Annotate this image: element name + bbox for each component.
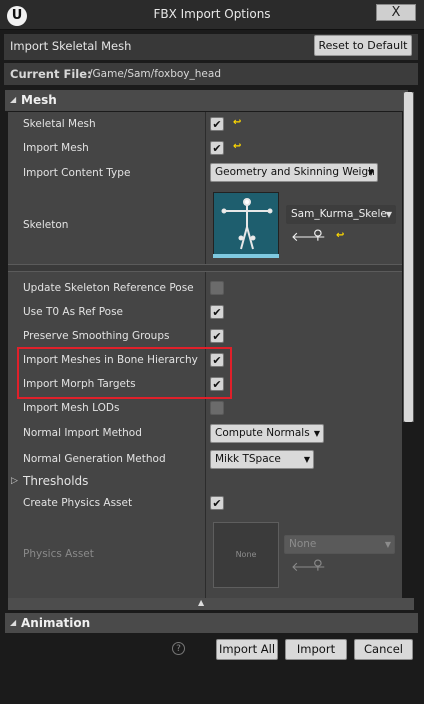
- chevron-down-icon: ▼: [384, 540, 391, 549]
- column-divider: [205, 112, 206, 264]
- collapse-up-icon[interactable]: ▲: [198, 598, 204, 607]
- close-button[interactable]: X: [376, 4, 416, 21]
- collapse-arrow-icon[interactable]: ◢: [10, 95, 16, 104]
- chevron-down-icon: ▼: [367, 168, 374, 177]
- highlight-box: [17, 347, 232, 399]
- import-content-type-label: Import Content Type: [23, 167, 131, 179]
- skeletal-mesh-checkbox[interactable]: ✔: [210, 117, 224, 131]
- collapse-arrow-icon[interactable]: ◢: [10, 618, 16, 627]
- scrollbar-thumb[interactable]: [404, 92, 413, 422]
- dropdown-value: Mikk TSpace: [215, 453, 281, 465]
- preserve-smoothing-groups-label: Preserve Smoothing Groups: [23, 330, 170, 342]
- skeleton-asset-name: Sam_Kurma_Skele: [291, 208, 387, 220]
- mesh-category-title: Mesh: [21, 93, 57, 107]
- import-content-type-dropdown[interactable]: Geometry and Skinning Weigh ▼: [210, 163, 378, 182]
- advanced-divider: [8, 264, 402, 272]
- chevron-down-icon: ▼: [313, 429, 320, 438]
- reset-arrow-icon[interactable]: ↩: [336, 230, 344, 241]
- import-all-button[interactable]: Import All: [216, 639, 278, 660]
- reset-arrow-icon[interactable]: ↩: [233, 117, 241, 128]
- normal-generation-method-label: Normal Generation Method: [23, 453, 166, 465]
- reset-arrow-icon[interactable]: ↩: [233, 141, 241, 152]
- use-t0-ref-pose-checkbox[interactable]: ✔: [210, 305, 224, 319]
- chevron-down-icon: ▼: [385, 210, 392, 219]
- update-skeleton-ref-pose-label: Update Skeleton Reference Pose: [23, 282, 194, 294]
- chevron-down-icon: ▼: [303, 455, 310, 464]
- normal-import-method-label: Normal Import Method: [23, 427, 142, 439]
- window-title: FBX Import Options: [153, 7, 271, 21]
- skeleton-thumbnail[interactable]: [213, 192, 279, 258]
- thresholds-label[interactable]: Thresholds: [23, 473, 88, 489]
- help-icon[interactable]: ?: [172, 642, 185, 655]
- dropdown-value: Geometry and Skinning Weigh: [215, 166, 375, 178]
- browse-search-icon[interactable]: ⚲: [313, 228, 323, 243]
- normal-import-method-dropdown[interactable]: Compute Normals ▼: [210, 424, 324, 443]
- preserve-smoothing-groups-checkbox[interactable]: ✔: [210, 329, 224, 343]
- skeletal-mesh-label: Skeletal Mesh: [23, 118, 96, 130]
- physics-asset-value: None: [289, 538, 317, 550]
- use-t0-ref-pose-label: Use T0 As Ref Pose: [23, 306, 124, 318]
- skeleton-figure-icon: [221, 198, 273, 250]
- close-icon: X: [391, 5, 401, 20]
- current-file-label: Current File:: [10, 67, 92, 81]
- cancel-button[interactable]: Cancel: [354, 639, 413, 660]
- mesh-category-header[interactable]: [5, 90, 408, 111]
- reset-to-default-button[interactable]: Reset to Default: [314, 35, 412, 56]
- advanced-expander[interactable]: [8, 598, 414, 610]
- create-physics-asset-checkbox[interactable]: ✔: [210, 496, 224, 510]
- skeleton-label: Skeleton: [23, 219, 69, 231]
- import-type-label: Import Skeletal Mesh: [10, 39, 132, 53]
- physics-asset-thumbnail: None: [213, 522, 279, 588]
- import-mesh-lods-checkbox[interactable]: [210, 401, 224, 415]
- current-file-path: /Game/Sam/foxboy_head: [89, 68, 221, 80]
- normal-generation-method-dropdown[interactable]: Mikk TSpace ▼: [210, 450, 314, 469]
- import-mesh-checkbox[interactable]: ✔: [210, 141, 224, 155]
- import-mesh-label: Import Mesh: [23, 142, 89, 154]
- skeleton-asset-picker[interactable]: Sam_Kurma_Skele ▼: [286, 205, 396, 224]
- expand-arrow-icon[interactable]: ▷: [11, 476, 18, 486]
- create-physics-asset-label: Create Physics Asset: [23, 497, 133, 509]
- update-skeleton-ref-pose-checkbox[interactable]: [210, 281, 224, 295]
- browse-search-icon: ⚲: [313, 558, 323, 573]
- thumbnail-base-bar: [213, 254, 279, 258]
- animation-category-title: Animation: [21, 616, 91, 630]
- import-mesh-lods-label: Import Mesh LODs: [23, 402, 120, 414]
- import-button[interactable]: Import: [285, 639, 347, 660]
- dropdown-value: Compute Normals: [215, 427, 310, 439]
- physics-asset-label: Physics Asset: [23, 548, 94, 560]
- physics-asset-picker: None ▼: [284, 535, 395, 554]
- column-divider: [205, 272, 206, 598]
